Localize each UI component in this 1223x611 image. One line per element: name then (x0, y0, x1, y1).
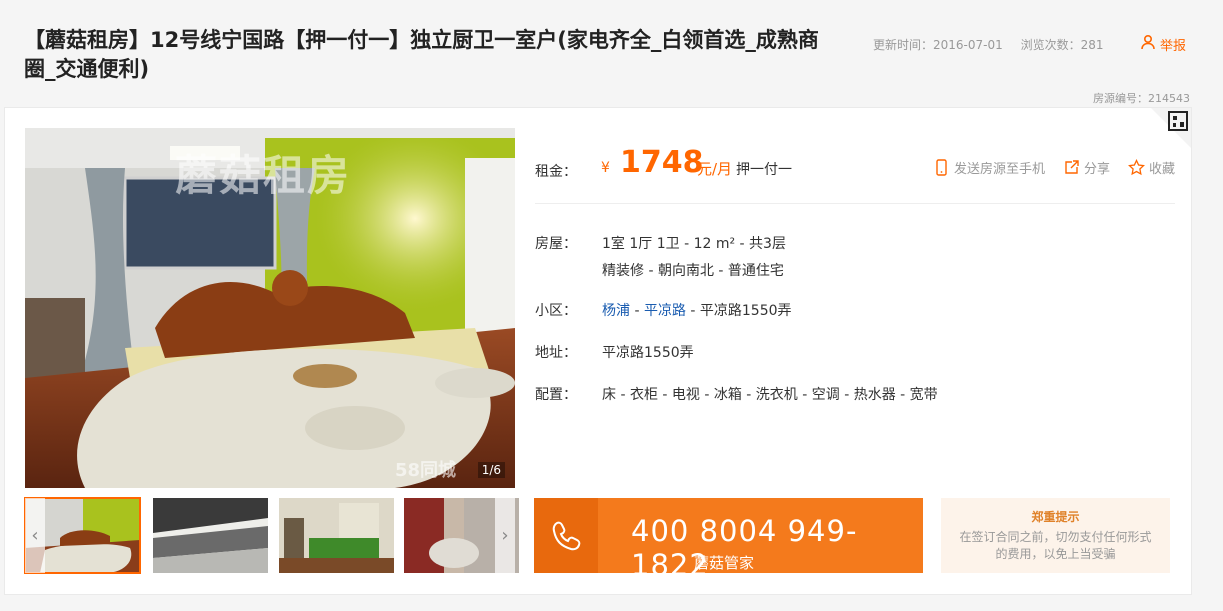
chevron-right-icon: › (501, 525, 509, 546)
share-icon (1065, 160, 1079, 174)
phone-icon (936, 159, 947, 176)
address-label: 地址： (535, 345, 577, 361)
photo-counter: 1/6 (477, 462, 505, 478)
share-button[interactable]: 分享 (1063, 158, 1110, 177)
actions-bar: 发送房源至手机 分享 收藏 (933, 158, 1175, 177)
main-photo[interactable]: 蘑菇租房 58同城 1/6 (25, 128, 515, 488)
send-to-phone-button[interactable]: 发送房源至手机 (933, 158, 1045, 177)
price-unit: 元/月 (697, 160, 733, 178)
community-label: 小区： (535, 303, 577, 319)
community-rest: - 平凉路1550弄 (685, 303, 792, 319)
share-label: 分享 (1083, 162, 1110, 177)
tip-title: 郑重提示 (1031, 510, 1080, 524)
amenities-label: 配置： (535, 387, 577, 403)
listing-card: 蘑菇租房 58同城 1/6 ‹ › 租金： ¥ 1748 元/月 押一付一 发送… (4, 107, 1192, 595)
currency-symbol: ¥ (601, 160, 610, 176)
thumbnail-3[interactable] (279, 498, 394, 573)
district-link[interactable]: 杨浦 (602, 303, 630, 319)
community-values: 杨浦 - 平凉路 - 平凉路1550弄 (602, 298, 1162, 325)
thumbnail-2[interactable] (153, 498, 268, 573)
price-row: 租金： ¥ 1748 元/月 押一付一 发送房源至手机 分享 收藏 (535, 128, 1175, 204)
house-field: 房屋： 1室 1厅 1卫 - 12 m² - 共3层 精装修 - 朝向南北 - … (535, 231, 786, 279)
send-to-phone-label: 发送房源至手机 (953, 162, 1045, 177)
payment-term: 押一付一 (736, 162, 792, 178)
community-field: 小区： 杨浦 - 平凉路 - 平凉路1550弄 (535, 298, 792, 325)
house-values: 1室 1厅 1卫 - 12 m² - 共3层 精装修 - 朝向南北 - 普通住宅 (602, 231, 1162, 285)
phone-number: 400 8004 949-1822 (631, 514, 858, 582)
house-line-1: 1室 1厅 1卫 - 12 m² - 共3层 (602, 236, 786, 252)
phone-handset-icon (534, 498, 598, 573)
favorite-label: 收藏 (1148, 162, 1175, 177)
safety-tip: 郑重提示 在签订合同之前，切勿支付任何形式的费用，以免上当受骗 (941, 498, 1170, 573)
report-label: 举报 (1160, 38, 1187, 54)
price-amount: 1748 (620, 145, 704, 180)
favorite-button[interactable]: 收藏 (1128, 158, 1175, 177)
house-line-2: 精装修 - 朝向南北 - 普通住宅 (602, 263, 784, 279)
thumbnail-image (153, 498, 268, 573)
amenities-value: 床 - 衣柜 - 电视 - 冰箱 - 洗衣机 - 空调 - 热水器 - 宽带 (602, 387, 938, 403)
thumbnail-prev-button[interactable]: ‹ (25, 498, 45, 573)
community-separator: - (630, 303, 644, 319)
update-time: 更新时间：2016-07-01 (873, 38, 1003, 52)
thumbnail-image (279, 498, 394, 573)
amenities-field: 配置： 床 - 衣柜 - 电视 - 冰箱 - 洗衣机 - 空调 - 热水器 - … (535, 382, 938, 409)
star-icon (1128, 159, 1145, 176)
listing-meta: 更新时间：2016-07-01 浏览次数：281 (873, 36, 1117, 53)
phone-contact-button[interactable]: 400 8004 949-1822 蘑菇管家 (534, 498, 923, 582)
watermark-58: 58同城 (395, 460, 457, 481)
view-count: 浏览次数：281 (1020, 38, 1104, 52)
address-value: 平凉路1550弄 (602, 345, 694, 361)
house-label: 房屋： (535, 236, 577, 252)
thumbnail-next-button[interactable]: › (495, 498, 515, 573)
price-label: 租金： (535, 164, 577, 180)
watermark-brand: 蘑菇租房 (175, 151, 352, 200)
area-link[interactable]: 平凉路 (644, 303, 686, 319)
listing-number: 房源编号：214543 (1093, 92, 1190, 105)
report-button[interactable]: 举报 (1140, 34, 1186, 54)
report-icon (1140, 34, 1156, 54)
thumbnail-strip: ‹ › (24, 497, 519, 576)
tip-text: 在签订合同之前，切勿支付任何形式的费用，以免上当受骗 (959, 530, 1152, 561)
agent-name: 蘑菇管家 (694, 554, 755, 572)
address-field: 地址： 平凉路1550弄 (535, 340, 694, 367)
listing-title: 【蘑菇租房】12号线宁国路【押一付一】独立厨卫一室户(家电齐全_白领首选_成熟商… (24, 28, 819, 81)
chevron-left-icon: ‹ (31, 525, 39, 546)
